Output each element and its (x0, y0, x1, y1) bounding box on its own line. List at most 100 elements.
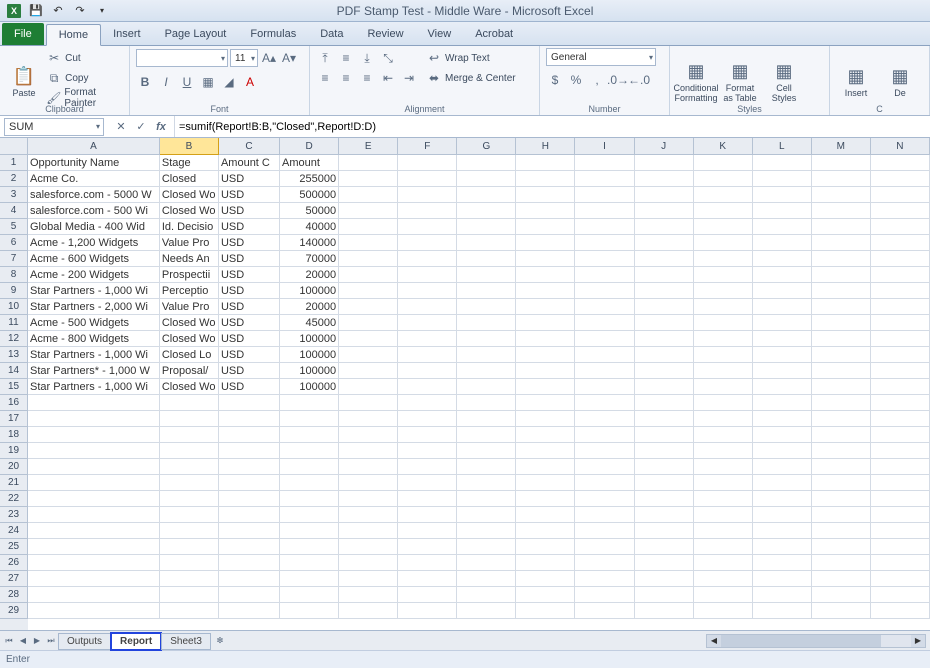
cell[interactable] (339, 315, 398, 331)
cell[interactable] (575, 395, 634, 411)
cell[interactable]: USD (219, 267, 280, 283)
cell[interactable] (753, 395, 812, 411)
cell[interactable] (339, 443, 398, 459)
cell[interactable]: 100000 (280, 347, 339, 363)
cell[interactable] (871, 555, 930, 571)
cell[interactable] (694, 555, 753, 571)
sheet-nav-prev-icon[interactable]: ◀ (16, 633, 30, 649)
row-header[interactable]: 1 (0, 155, 28, 171)
cell[interactable] (575, 171, 634, 187)
cell[interactable] (339, 203, 398, 219)
cell[interactable] (28, 427, 160, 443)
cell[interactable] (871, 427, 930, 443)
cell[interactable]: Star Partners* - 1,000 W (28, 363, 160, 379)
cell[interactable] (516, 523, 575, 539)
cell[interactable] (575, 507, 634, 523)
cell[interactable] (871, 507, 930, 523)
row-header[interactable]: 15 (0, 379, 28, 395)
cell[interactable] (575, 203, 634, 219)
cell[interactable] (871, 155, 930, 171)
cell[interactable] (871, 235, 930, 251)
cell[interactable] (871, 475, 930, 491)
align-right-icon[interactable]: ≡ (358, 69, 376, 87)
row-header[interactable]: 8 (0, 267, 28, 283)
cell[interactable] (398, 427, 457, 443)
cell[interactable] (219, 443, 280, 459)
cell[interactable] (457, 219, 516, 235)
cell[interactable] (516, 411, 575, 427)
cell[interactable] (160, 587, 219, 603)
cell[interactable] (516, 299, 575, 315)
cell[interactable] (160, 411, 219, 427)
cell[interactable] (516, 491, 575, 507)
cell[interactable]: 100000 (280, 363, 339, 379)
cell[interactable] (871, 523, 930, 539)
cell[interactable] (280, 603, 339, 619)
cell[interactable] (812, 379, 871, 395)
cell[interactable] (753, 539, 812, 555)
cell[interactable]: USD (219, 235, 280, 251)
cell[interactable] (694, 475, 753, 491)
row-header[interactable]: 2 (0, 171, 28, 187)
row-header[interactable]: 24 (0, 523, 28, 539)
cell[interactable] (575, 155, 634, 171)
cell[interactable] (219, 555, 280, 571)
merge-center-button[interactable]: ⬌Merge & Center (426, 68, 516, 88)
cell[interactable] (575, 331, 634, 347)
cell[interactable] (694, 379, 753, 395)
cell[interactable] (635, 523, 694, 539)
cell[interactable] (694, 507, 753, 523)
cell[interactable] (753, 443, 812, 459)
cell[interactable] (753, 555, 812, 571)
cell[interactable] (635, 459, 694, 475)
cell[interactable] (694, 219, 753, 235)
cell[interactable] (339, 411, 398, 427)
cell[interactable] (635, 203, 694, 219)
col-header-e[interactable]: E (339, 138, 398, 155)
cell[interactable] (516, 187, 575, 203)
row-header[interactable]: 4 (0, 203, 28, 219)
cell[interactable]: salesforce.com - 500 Wi (28, 203, 160, 219)
cell[interactable] (398, 347, 457, 363)
cell[interactable] (753, 235, 812, 251)
cell[interactable] (694, 587, 753, 603)
formula-input[interactable] (175, 118, 930, 136)
cell[interactable]: Needs An (160, 251, 219, 267)
cell[interactable] (812, 443, 871, 459)
cell[interactable] (694, 155, 753, 171)
cell[interactable]: 70000 (280, 251, 339, 267)
cell[interactable] (635, 219, 694, 235)
row-header[interactable]: 18 (0, 427, 28, 443)
row-header[interactable]: 16 (0, 395, 28, 411)
cell[interactable] (219, 539, 280, 555)
row-header[interactable]: 19 (0, 443, 28, 459)
cell[interactable] (753, 459, 812, 475)
cell[interactable] (753, 491, 812, 507)
align-middle-icon[interactable]: ≡ (337, 49, 355, 67)
cell[interactable] (812, 475, 871, 491)
cell[interactable] (457, 603, 516, 619)
cell[interactable] (280, 555, 339, 571)
cell[interactable] (516, 539, 575, 555)
cell[interactable] (575, 555, 634, 571)
cell[interactable] (219, 395, 280, 411)
cell[interactable] (516, 219, 575, 235)
tab-formulas[interactable]: Formulas (238, 23, 308, 45)
cell[interactable] (398, 235, 457, 251)
cell[interactable] (871, 219, 930, 235)
cell[interactable] (812, 331, 871, 347)
cell[interactable] (28, 491, 160, 507)
cell[interactable] (516, 347, 575, 363)
cell[interactable] (339, 187, 398, 203)
col-header-n[interactable]: N (871, 138, 930, 155)
cell[interactable] (694, 363, 753, 379)
cell[interactable] (219, 411, 280, 427)
cell[interactable] (457, 187, 516, 203)
cell[interactable]: Closed Wo (160, 203, 219, 219)
cell[interactable] (812, 523, 871, 539)
cell[interactable] (280, 523, 339, 539)
cell[interactable] (516, 203, 575, 219)
cell[interactable] (635, 363, 694, 379)
col-header-c[interactable]: C (219, 138, 280, 155)
sheet-tab-sheet3[interactable]: Sheet3 (161, 633, 211, 650)
